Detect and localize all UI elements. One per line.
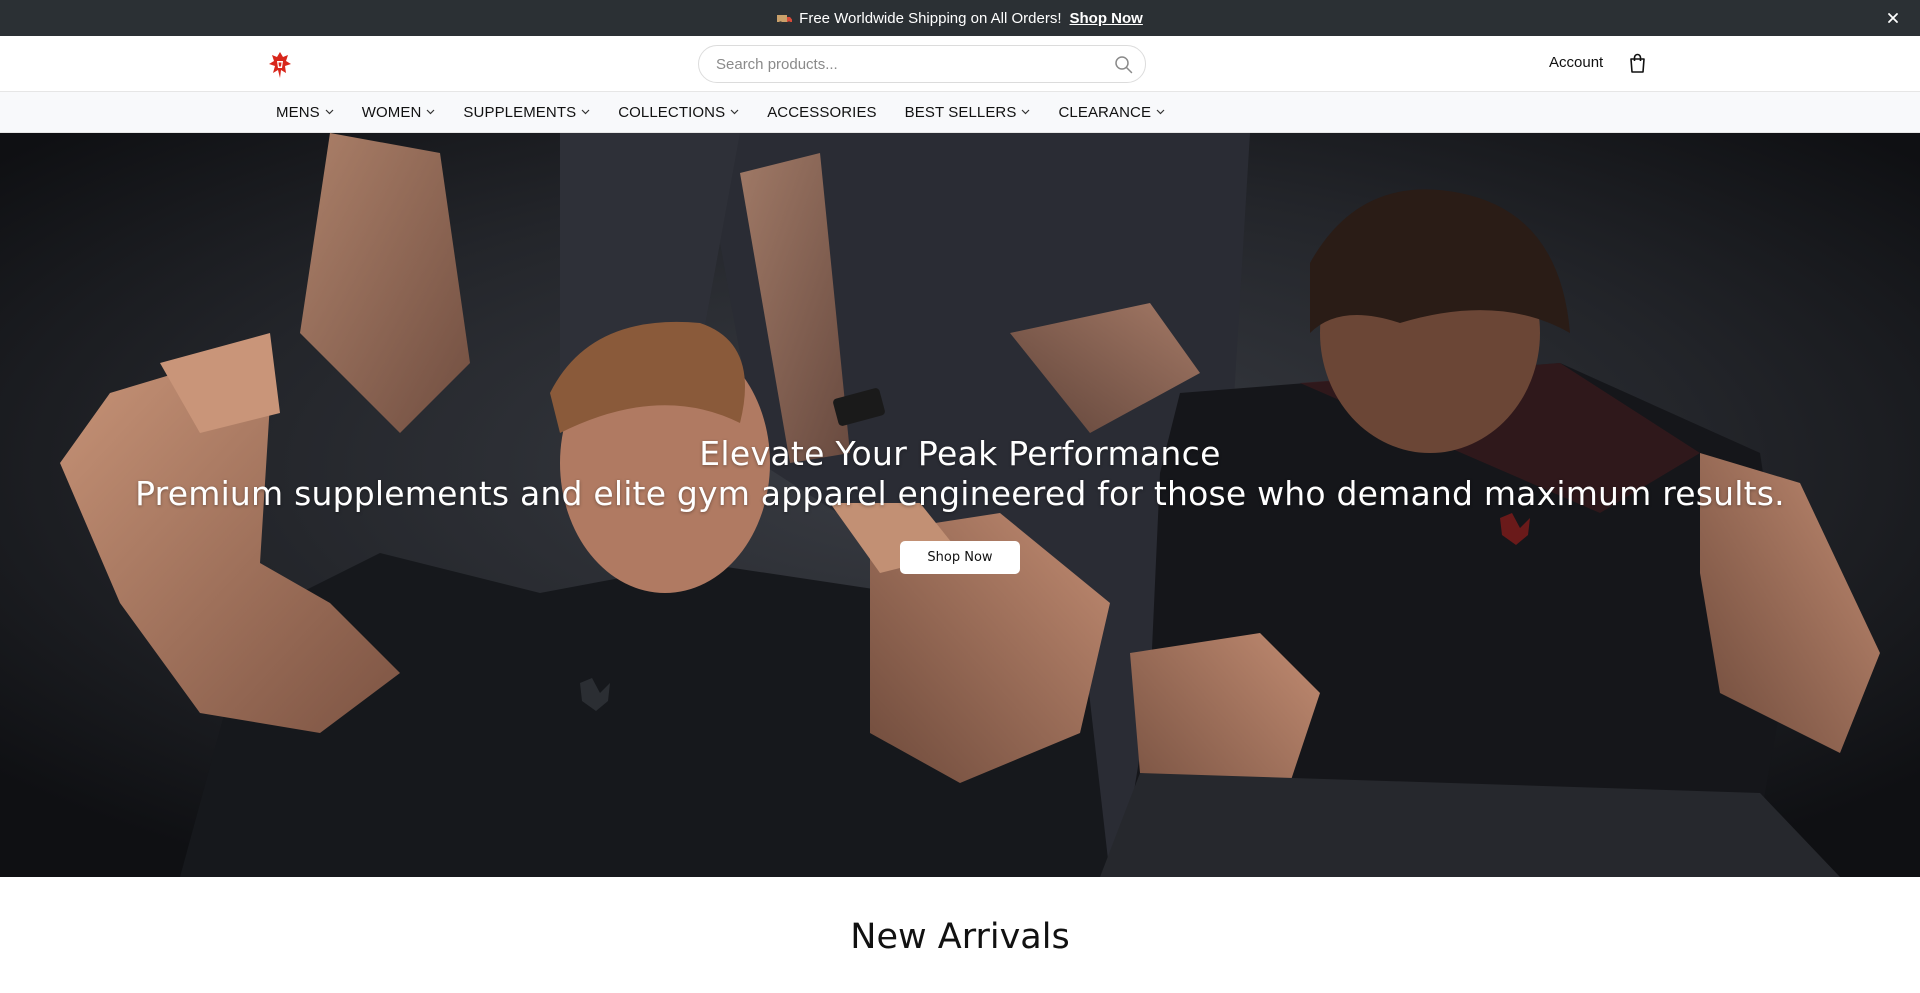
nav-item-accessories[interactable]: ACCESSORIES: [767, 104, 876, 121]
chevron-down-icon: [730, 109, 739, 115]
nav-item-clearance[interactable]: CLEARANCE: [1058, 104, 1165, 121]
delivery-truck-icon: [777, 14, 793, 25]
nav-item-women[interactable]: WOMEN: [362, 104, 436, 121]
chevron-down-icon: [1022, 109, 1030, 115]
nav-item-label: ACCESSORIES: [767, 103, 877, 121]
account-link[interactable]: Account: [1549, 54, 1603, 71]
announcement-bar: Free Worldwide Shipping on All Orders! S…: [0, 0, 1920, 36]
nav-list: MENS WOMEN SUPPLEMENTS COLLECTIONS ACCESSORI…: [276, 92, 1193, 132]
nav-item-label: MENS: [276, 103, 320, 121]
nav-item-collections[interactable]: COLLECTIONS: [618, 104, 739, 121]
main-navigation: MENS WOMEN SUPPLEMENTS COLLECTIONS ACCESSORI…: [0, 92, 1920, 133]
shopping-bag-icon[interactable]: [1628, 53, 1647, 73]
search-icon[interactable]: [1114, 55, 1133, 74]
close-icon[interactable]: [1884, 9, 1902, 27]
nav-item-mens[interactable]: MENS: [276, 104, 334, 121]
hero-shop-now-button[interactable]: Shop Now: [900, 541, 1020, 574]
chevron-down-icon: [325, 109, 334, 115]
announcement-shop-now-link[interactable]: Shop Now: [1070, 10, 1143, 27]
chevron-down-icon: [426, 109, 435, 115]
site-header: Account: [0, 36, 1920, 92]
nav-item-supplements[interactable]: SUPPLEMENTS: [463, 104, 590, 121]
brand-logo-icon[interactable]: [268, 51, 292, 79]
announcement-text: Free Worldwide Shipping on All Orders!: [799, 9, 1062, 27]
search-input[interactable]: [699, 47, 1089, 81]
nav-item-label: BEST SELLERS: [904, 103, 1017, 121]
chevron-down-icon: [581, 109, 590, 115]
hero-headline: Elevate Your Peak Performance: [699, 434, 1221, 473]
nav-item-label: CLEARANCE: [1058, 103, 1152, 121]
hero-banner: Elevate Your Peak Performance Premium su…: [0, 133, 1920, 877]
nav-item-label: WOMEN: [361, 103, 422, 121]
chevron-down-icon: [1156, 109, 1165, 115]
nav-item-label: COLLECTIONS: [618, 103, 726, 121]
hero-subheadline: Premium supplements and elite gym appare…: [135, 474, 1785, 513]
nav-item-label: SUPPLEMENTS: [463, 103, 577, 121]
nav-item-best-sellers[interactable]: BEST SELLERS: [905, 104, 1031, 121]
search-bar: [698, 45, 1146, 83]
new-arrivals-title: New Arrivals: [850, 917, 1070, 957]
